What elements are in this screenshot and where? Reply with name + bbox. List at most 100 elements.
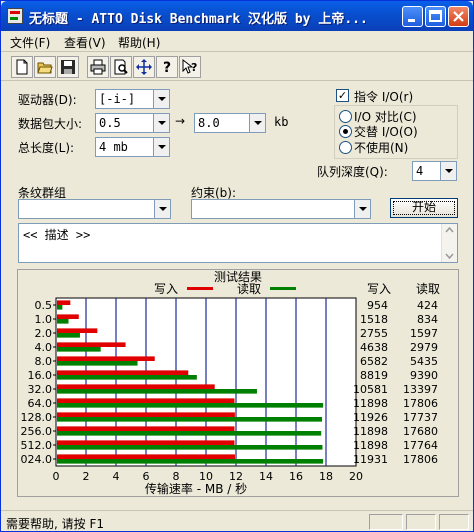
write-bar bbox=[57, 328, 98, 333]
open-button[interactable] bbox=[34, 56, 56, 78]
description-scrollbar[interactable] bbox=[441, 224, 457, 262]
chevron-down-icon[interactable] bbox=[440, 162, 456, 180]
print-icon bbox=[90, 59, 106, 75]
read-value: 1597 bbox=[410, 327, 438, 340]
open-folder-icon bbox=[37, 62, 53, 74]
start-button[interactable]: 开始 bbox=[390, 198, 458, 218]
write-bar bbox=[57, 412, 235, 417]
print-preview-button[interactable] bbox=[110, 56, 132, 78]
column-header-read: 读取 bbox=[416, 282, 440, 296]
read-bar bbox=[57, 459, 324, 464]
menu-file[interactable]: 文件(F) bbox=[10, 34, 50, 51]
io-compare-radio[interactable] bbox=[339, 110, 352, 123]
queue-depth-label: 队列深度(Q): bbox=[317, 165, 388, 179]
context-help-button[interactable]: ? bbox=[179, 56, 201, 78]
context-help-icon: ? bbox=[182, 59, 197, 74]
write-bar bbox=[57, 398, 235, 403]
title-bar[interactable]: 无标题 - ATTO Disk Benchmark 汉化版 by 上帝... bbox=[1, 1, 473, 31]
packet-size-from-select[interactable]: 0.5 bbox=[95, 113, 170, 133]
about-button[interactable]: ? bbox=[156, 56, 178, 78]
stripe-group-select[interactable] bbox=[18, 199, 171, 219]
direct-io-label: 指令 I/O(r) bbox=[354, 90, 414, 104]
chevron-down-icon[interactable] bbox=[354, 200, 370, 218]
write-bar bbox=[57, 384, 215, 389]
read-bar bbox=[57, 445, 323, 450]
x-tick-label: 14 bbox=[259, 470, 273, 483]
read-value: 17806 bbox=[403, 397, 438, 410]
status-bar: 需要帮助, 请按 F1 bbox=[1, 510, 473, 532]
new-button[interactable] bbox=[11, 56, 33, 78]
queue-depth-value: 4 bbox=[416, 164, 424, 178]
status-text: 需要帮助, 请按 F1 bbox=[6, 517, 104, 531]
status-cell-cap bbox=[369, 514, 403, 530]
toolbar: ? ? bbox=[1, 53, 473, 81]
status-cell-scrl bbox=[439, 514, 469, 530]
menu-view[interactable]: 查看(V) bbox=[64, 34, 106, 51]
drive-label: 驱动器(D): bbox=[18, 93, 77, 107]
overlapped-io-radio[interactable] bbox=[339, 125, 352, 138]
x-tick-label: 20 bbox=[349, 470, 363, 483]
print-button[interactable] bbox=[87, 56, 109, 78]
neither-radio[interactable] bbox=[339, 141, 352, 154]
scroll-arrows-icon bbox=[445, 226, 454, 260]
chevron-down-icon[interactable] bbox=[153, 138, 169, 156]
chevron-down-icon[interactable] bbox=[154, 200, 170, 218]
read-value: 17764 bbox=[403, 439, 438, 452]
minimize-button[interactable] bbox=[402, 6, 423, 27]
direct-io-checkbox[interactable]: ✓ bbox=[336, 89, 349, 102]
read-bar bbox=[57, 403, 324, 408]
maximize-button[interactable] bbox=[425, 6, 446, 27]
total-length-select[interactable]: 4 mb bbox=[95, 137, 170, 157]
chevron-down-icon[interactable] bbox=[153, 114, 169, 132]
constraint-select[interactable] bbox=[191, 199, 371, 219]
move-button[interactable] bbox=[133, 56, 155, 78]
write-bar bbox=[57, 314, 79, 319]
read-bar bbox=[57, 431, 322, 436]
write-value: 11931 bbox=[353, 453, 388, 466]
read-value: 5435 bbox=[410, 355, 438, 368]
x-axis-label: 传输速率 - MB / 秒 bbox=[145, 481, 247, 496]
queue-depth-select[interactable]: 4 bbox=[412, 161, 457, 181]
packet-size-to-select[interactable]: 8.0 bbox=[194, 113, 266, 133]
write-value: 4638 bbox=[360, 341, 388, 354]
new-file-icon bbox=[16, 59, 28, 75]
range-arrow-icon: → bbox=[175, 114, 186, 128]
chevron-down-icon[interactable] bbox=[249, 114, 265, 132]
category-label: 8.0 bbox=[35, 355, 53, 368]
drive-value: [-i-] bbox=[99, 92, 136, 106]
packet-size-label: 数据包大小: bbox=[18, 117, 83, 131]
packet-unit-label: kb bbox=[274, 115, 289, 129]
chevron-down-icon[interactable] bbox=[153, 90, 169, 108]
svg-text:?: ? bbox=[191, 61, 197, 74]
write-value: 11898 bbox=[353, 425, 388, 438]
category-label: 0.5 bbox=[35, 299, 53, 312]
read-bar bbox=[57, 417, 323, 422]
read-value: 2979 bbox=[410, 341, 438, 354]
window-title: 无标题 - ATTO Disk Benchmark 汉化版 by 上帝... bbox=[29, 12, 368, 27]
plot-area: 0 2 4 6 8 10 12 14 16 18 200.5 954 4241.0 1518 8342.0 2… bbox=[21, 297, 438, 483]
description-textarea[interactable]: << 描述 >> bbox=[18, 223, 458, 263]
overlapped-io-label: 交替 I/O(O) bbox=[354, 125, 418, 139]
write-value: 2755 bbox=[360, 327, 388, 340]
read-value: 17806 bbox=[403, 453, 438, 466]
results-panel: 测试结果 写入 读取 写入 读取 0 2 4 6 8 10 12 14 16 18 20 0.5 954… bbox=[17, 269, 459, 497]
app-icon[interactable] bbox=[7, 8, 23, 24]
read-bar bbox=[57, 361, 138, 366]
drive-select[interactable]: [-i-] bbox=[95, 89, 170, 109]
neither-label: 不使用(N) bbox=[354, 141, 409, 155]
read-value: 9390 bbox=[410, 369, 438, 382]
category-label: 1.0 bbox=[35, 313, 53, 326]
write-bar bbox=[57, 454, 235, 459]
write-value: 11898 bbox=[353, 439, 388, 452]
write-bar bbox=[57, 370, 189, 375]
close-button[interactable] bbox=[448, 6, 469, 27]
category-label: 256.0 bbox=[21, 425, 53, 438]
write-value: 954 bbox=[367, 299, 388, 312]
results-chart: 测试结果 写入 读取 写入 读取 0 2 4 6 8 10 12 14 16 18 200.5 954… bbox=[21, 269, 441, 496]
column-header-write: 写入 bbox=[367, 282, 391, 296]
save-button[interactable] bbox=[57, 56, 79, 78]
x-tick-label: 18 bbox=[319, 470, 333, 483]
write-value: 11926 bbox=[353, 411, 388, 424]
menu-help[interactable]: 帮助(H) bbox=[118, 34, 160, 51]
x-tick-label: 16 bbox=[289, 470, 303, 483]
